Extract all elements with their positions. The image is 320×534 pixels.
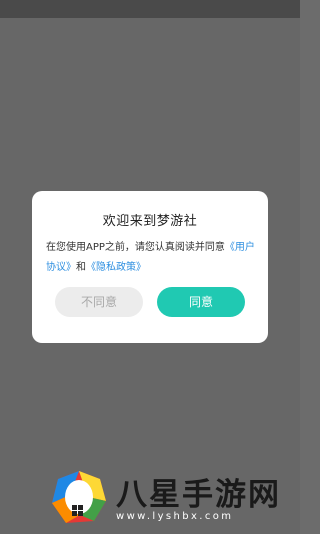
- disagree-button[interactable]: 不同意: [55, 287, 143, 317]
- site-logo-icon: [52, 471, 106, 523]
- watermark-url: www.lyshbx.com: [116, 511, 234, 522]
- watermark-title: 八星手游网: [116, 477, 281, 513]
- watermark: 八星手游网 www.lyshbx.com: [50, 467, 290, 527]
- privacy-consent-dialog: 欢迎来到梦游社 在您使用APP之前，请您认真阅读并同意《用户协议》和《隐私政策》…: [32, 191, 268, 343]
- dialog-body: 在您使用APP之前，请您认真阅读并同意《用户协议》和《隐私政策》: [46, 238, 258, 278]
- privacy-policy-link[interactable]: 《隐私政策》: [86, 262, 146, 273]
- dialog-title: 欢迎来到梦游社: [102, 214, 198, 229]
- agree-button[interactable]: 同意: [157, 287, 245, 317]
- conjunction-text: 和: [76, 262, 86, 273]
- dialog-body-text: 在您使用APP之前，请您认真阅读并同意: [46, 242, 225, 253]
- status-bar: [0, 0, 300, 18]
